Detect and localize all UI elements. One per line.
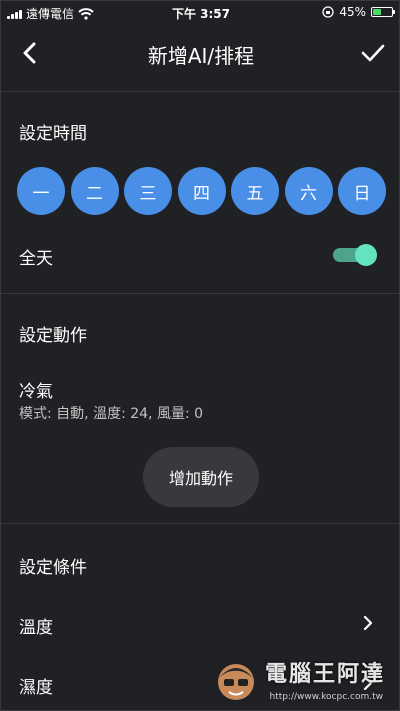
day-button-sun[interactable]: 日	[338, 167, 386, 215]
day-button-tue[interactable]: 二	[70, 167, 119, 215]
day-button-sat[interactable]: 六	[284, 167, 333, 215]
chevron-right-icon[interactable]	[361, 616, 375, 630]
actions-section-title: 設定動作	[19, 326, 87, 346]
battery-icon	[371, 7, 395, 17]
divider	[1, 91, 400, 92]
watermark: 電腦王阿達 http://www.kocpc.com.tw	[213, 656, 393, 706]
confirm-check-icon[interactable]	[359, 39, 387, 67]
day-button-mon[interactable]: 一	[17, 167, 65, 215]
watermark-text: 電腦王阿達	[264, 662, 385, 687]
divider	[1, 523, 400, 524]
all-day-toggle[interactable]	[333, 244, 377, 266]
action-item-description: 模式: 自動, 溫度: 24, 風量: 0	[19, 406, 204, 422]
status-right: 45%	[322, 5, 395, 19]
condition-item-temperature[interactable]: 溫度	[19, 613, 53, 638]
add-action-button[interactable]: 增加動作	[143, 447, 259, 507]
nav-bar: 新增AI/排程	[1, 23, 400, 83]
watermark-mascot-icon	[218, 664, 254, 700]
all-day-label: 全天	[19, 249, 53, 269]
battery-percent: 45%	[339, 5, 366, 19]
condition-item-humidity[interactable]: 濕度	[19, 673, 53, 698]
action-item-name[interactable]: 冷氣	[19, 377, 53, 402]
rotation-lock-icon	[322, 6, 334, 18]
divider	[1, 293, 400, 294]
day-button-thu[interactable]: 四	[177, 167, 226, 215]
conditions-section-title: 設定條件	[19, 558, 87, 578]
status-bar: 遠傳電信 下午 3:57 45%	[1, 1, 400, 23]
schedule-section-title: 設定時間	[19, 124, 87, 144]
day-button-wed[interactable]: 三	[124, 167, 172, 215]
day-button-fri[interactable]: 五	[231, 167, 279, 215]
watermark-url: http://www.kocpc.com.tw	[269, 692, 383, 702]
toggle-knob	[355, 244, 377, 266]
page-title: 新增AI/排程	[147, 44, 255, 68]
battery-fill	[373, 9, 382, 15]
day-selector: 一 二 三 四 五 六 日	[17, 167, 386, 215]
